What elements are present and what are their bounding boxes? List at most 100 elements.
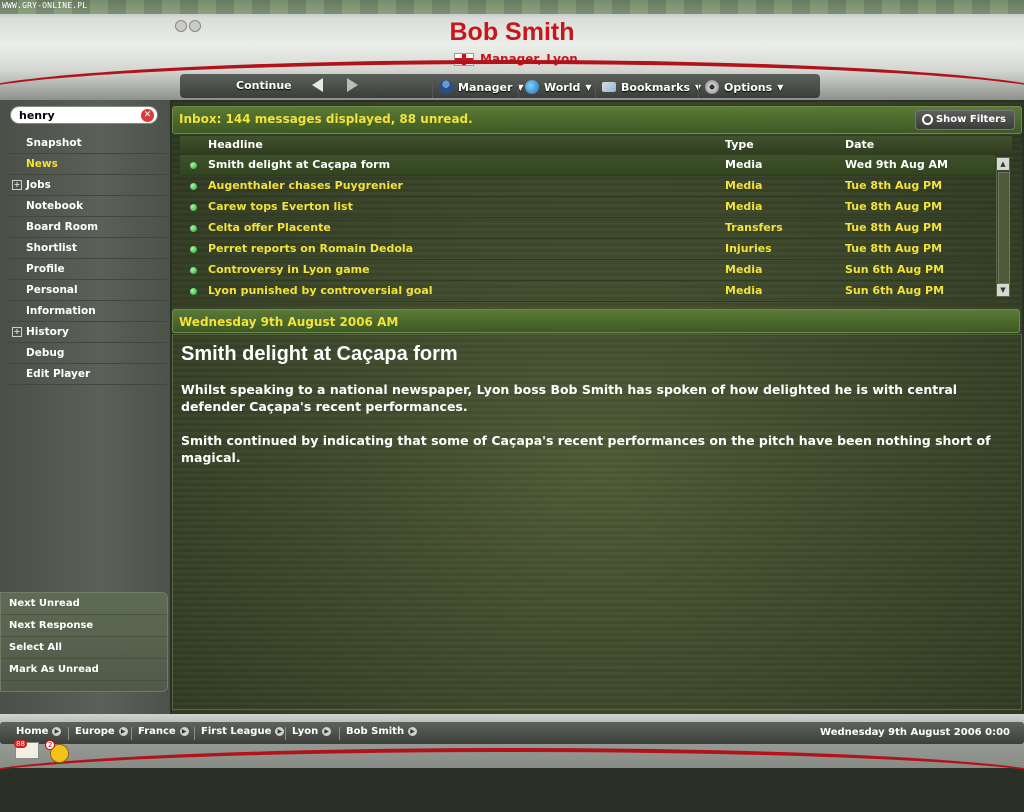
- manager-icon: [439, 80, 453, 94]
- row-headline: Smith delight at Caçapa form: [208, 158, 391, 171]
- breadcrumb-bob-smith[interactable]: Bob Smith ▶: [346, 726, 418, 737]
- table-row[interactable]: Carew tops Everton list Media Tue 8th Au…: [180, 197, 995, 218]
- breadcrumb-label: First League: [201, 726, 272, 737]
- manager-menu[interactable]: Manager ▼: [432, 76, 530, 98]
- table-row[interactable]: Perret reports on Romain Dedola Injuries…: [180, 239, 995, 260]
- column-header-type[interactable]: Type: [725, 138, 754, 151]
- row-date: Tue 8th Aug PM: [845, 242, 943, 255]
- chevron-right-icon: ▶: [52, 727, 62, 736]
- sidebar-item-notebook[interactable]: Notebook: [8, 196, 168, 217]
- chevron-right-icon: ▶: [179, 727, 189, 736]
- message-status-icon: [190, 183, 197, 190]
- gear-icon: [705, 80, 719, 94]
- chevron-down-icon: ▼: [777, 82, 784, 92]
- expand-plus-icon[interactable]: +: [12, 180, 22, 190]
- chevron-right-icon: ▶: [275, 727, 285, 736]
- show-filters-label: Show Filters: [935, 114, 1006, 125]
- world-menu[interactable]: World ▼: [518, 76, 598, 98]
- scroll-up-icon[interactable]: ▲: [997, 158, 1009, 170]
- footer-red-arc: [0, 748, 1024, 812]
- column-header-headline[interactable]: Headline: [208, 138, 263, 151]
- row-date: Tue 8th Aug PM: [845, 179, 943, 192]
- options-menu[interactable]: Options ▼: [698, 76, 789, 98]
- sidebar-item-label: History: [26, 326, 69, 338]
- inbox-scrollbar[interactable]: ▲ ▼: [996, 157, 1010, 297]
- divider: [68, 727, 69, 740]
- mark-as-unread-button[interactable]: Mark As Unread: [1, 659, 167, 681]
- inbox-actions-panel: Next Unread Next Response Select All Mar…: [0, 592, 168, 692]
- breadcrumb-first-league[interactable]: First League ▶: [201, 726, 285, 737]
- row-type: Media: [725, 284, 763, 297]
- sidebar-item-shortlist[interactable]: Shortlist: [8, 238, 168, 259]
- show-filters-button[interactable]: Show Filters: [914, 110, 1015, 130]
- message-date-header: Wednesday 9th August 2006 AM: [172, 309, 1020, 333]
- message-status-icon: [190, 246, 197, 253]
- next-unread-button[interactable]: Next Unread: [1, 593, 167, 615]
- message-status-icon: [190, 225, 197, 232]
- unread-count-badge: 88: [14, 740, 27, 748]
- search-input-value: henry: [19, 109, 55, 122]
- breadcrumb-label: Home: [16, 726, 49, 737]
- sidebar-item-snapshot[interactable]: Snapshot: [8, 133, 168, 154]
- row-type: Media: [725, 179, 763, 192]
- message-body: Smith delight at Caçapa form Whilst spea…: [172, 334, 1022, 710]
- breadcrumb-label: Bob Smith: [346, 726, 405, 737]
- breadcrumb-label: France: [138, 726, 176, 737]
- sidebar-item-edit-player[interactable]: Edit Player: [8, 364, 168, 385]
- breadcrumb-france[interactable]: France ▶: [138, 726, 189, 737]
- bookmark-icon: [602, 82, 616, 92]
- chevron-right-icon: ▶: [118, 727, 128, 736]
- search-input[interactable]: henry ✕: [10, 106, 158, 124]
- table-row[interactable]: Celta offer Placente Transfers Tue 8th A…: [180, 218, 995, 239]
- sidebar-item-profile[interactable]: Profile: [8, 259, 168, 280]
- scroll-down-icon[interactable]: ▼: [997, 284, 1009, 296]
- forward-arrow-icon[interactable]: [347, 78, 358, 92]
- row-date: Tue 8th Aug PM: [845, 221, 943, 234]
- row-date: Wed 9th Aug AM: [845, 158, 948, 171]
- back-arrow-icon[interactable]: [312, 78, 323, 92]
- globe-icon: [525, 80, 539, 94]
- sidebar-item-history[interactable]: + History: [8, 322, 168, 343]
- inbox-title: Inbox: 144 messages displayed, 88 unread…: [179, 112, 473, 126]
- sidebar-item-jobs[interactable]: + Jobs: [8, 175, 168, 196]
- message-status-icon: [190, 204, 197, 211]
- row-headline: Perret reports on Romain Dedola: [208, 242, 414, 255]
- row-type: Media: [725, 158, 763, 171]
- clear-search-icon[interactable]: ✕: [141, 109, 154, 122]
- manager-name: Bob Smith: [449, 18, 575, 46]
- table-row[interactable]: Controversy in Lyon game Media Sun 6th A…: [180, 260, 995, 281]
- table-row[interactable]: Lyon punished by controversial goal Medi…: [180, 281, 995, 302]
- column-header-date[interactable]: Date: [845, 138, 874, 151]
- row-date: Sun 6th Aug PM: [845, 284, 945, 297]
- bookmarks-menu[interactable]: Bookmarks ▼: [595, 76, 707, 98]
- next-response-button[interactable]: Next Response: [1, 615, 167, 637]
- breadcrumb-label: Lyon: [292, 726, 319, 737]
- row-type: Media: [725, 263, 763, 276]
- divider: [285, 727, 286, 740]
- sidebar-item-board-room[interactable]: Board Room: [8, 217, 168, 238]
- sidebar-item-debug[interactable]: Debug: [8, 343, 168, 364]
- chevron-right-icon: ▶: [408, 727, 418, 736]
- table-row[interactable]: Augenthaler chases Puygrenier Media Tue …: [180, 176, 995, 197]
- message-status-icon: [190, 288, 197, 295]
- row-date: Tue 8th Aug PM: [845, 200, 943, 213]
- sidebar-item-personal[interactable]: Personal: [8, 280, 168, 301]
- breadcrumb-lyon[interactable]: Lyon ▶: [292, 726, 332, 737]
- sidebar-item-label: Jobs: [26, 179, 51, 191]
- inbox-message-list: Smith delight at Caçapa form Media Wed 9…: [180, 155, 995, 302]
- select-all-button[interactable]: Select All: [1, 637, 167, 659]
- scrollbar-thumb[interactable]: [998, 172, 1010, 284]
- table-row[interactable]: Smith delight at Caçapa form Media Wed 9…: [180, 155, 995, 176]
- manager-menu-label: Manager: [458, 80, 513, 94]
- expand-plus-icon[interactable]: +: [12, 327, 22, 337]
- sidebar-item-news[interactable]: News: [8, 154, 168, 175]
- row-headline: Lyon punished by controversial goal: [208, 284, 433, 297]
- sidebar-item-information[interactable]: Information: [8, 301, 168, 322]
- row-date: Sun 6th Aug PM: [845, 263, 945, 276]
- chevron-down-icon: ▼: [585, 82, 592, 92]
- breadcrumb-home[interactable]: Home ▶: [16, 726, 62, 737]
- breadcrumb: Home ▶ Europe ▶ France ▶ First League ▶ …: [0, 722, 1024, 744]
- continue-button[interactable]: Continue: [236, 79, 292, 92]
- breadcrumb-europe[interactable]: Europe ▶: [75, 726, 128, 737]
- breadcrumb-label: Europe: [75, 726, 115, 737]
